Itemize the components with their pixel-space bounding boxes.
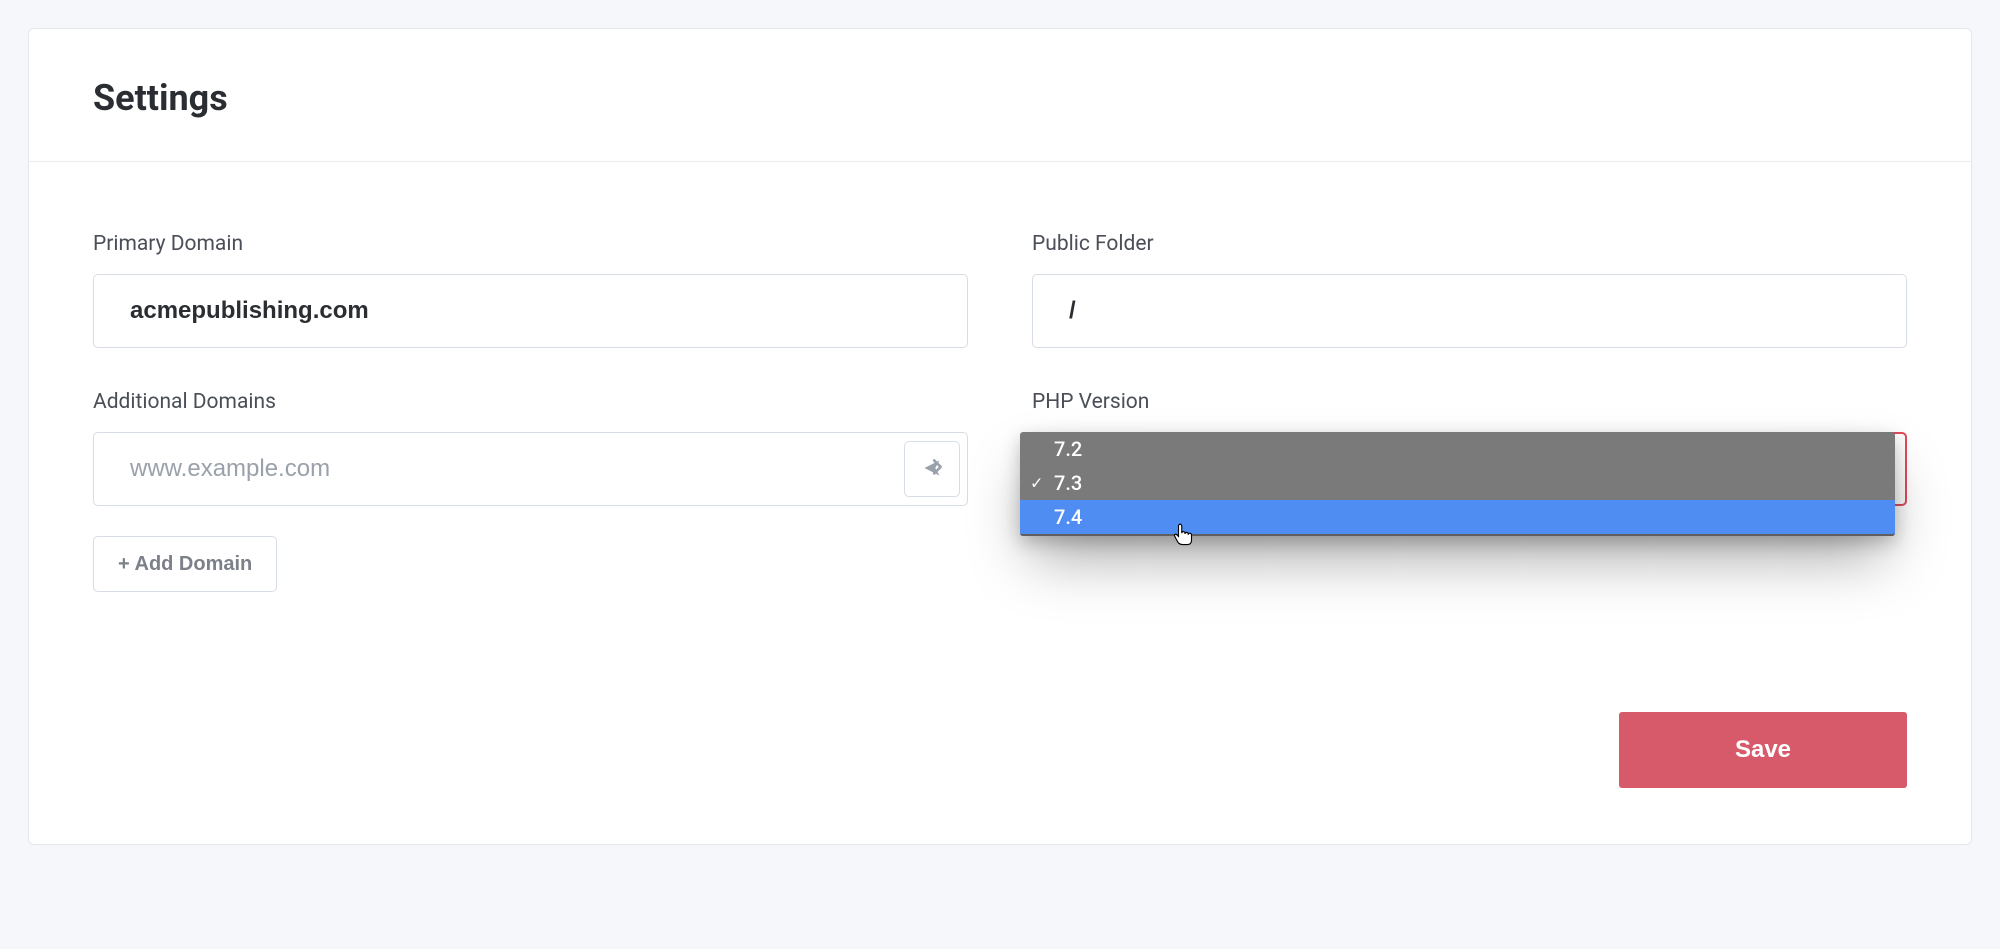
additional-domains-label: Additional Domains xyxy=(93,390,968,414)
php-version-select-wrap: ✓ 7.2 ✓ 7.3 ✓ 7.4 xyxy=(1032,432,1907,506)
public-folder-input[interactable] xyxy=(1032,274,1907,348)
settings-card: Settings Primary Domain Public Folder Ad… xyxy=(28,28,1972,845)
share-arrow-icon xyxy=(919,455,945,484)
save-row: Save xyxy=(93,712,1907,788)
save-button[interactable]: Save xyxy=(1619,712,1907,788)
php-option-label: 7.3 xyxy=(1054,471,1082,495)
php-option-label: 7.2 xyxy=(1054,437,1082,461)
primary-domain-input[interactable] xyxy=(93,274,968,348)
additional-domain-input-wrap xyxy=(93,432,968,506)
card-header: Settings xyxy=(29,29,1971,162)
primary-domain-field: Primary Domain xyxy=(93,232,968,348)
php-option-7-3[interactable]: ✓ 7.3 xyxy=(1020,466,1895,500)
php-option-label: 7.4 xyxy=(1054,505,1082,529)
public-folder-field: Public Folder xyxy=(1032,232,1907,348)
check-icon: ✓ xyxy=(1030,474,1043,493)
primary-domain-label: Primary Domain xyxy=(93,232,968,256)
php-version-label: PHP Version xyxy=(1032,390,1907,414)
submit-domain-button[interactable] xyxy=(904,441,960,497)
additional-domain-input[interactable] xyxy=(93,432,968,506)
additional-domains-field: Additional Domains xyxy=(93,390,968,592)
php-version-dropdown: ✓ 7.2 ✓ 7.3 ✓ 7.4 xyxy=(1020,432,1895,536)
php-option-7-4[interactable]: ✓ 7.4 xyxy=(1020,500,1895,534)
add-domain-button[interactable]: + Add Domain xyxy=(93,536,277,592)
card-body: Primary Domain Public Folder Additional … xyxy=(29,162,1971,844)
page-title: Settings xyxy=(93,77,1907,119)
public-folder-label: Public Folder xyxy=(1032,232,1907,256)
settings-grid: Primary Domain Public Folder Additional … xyxy=(93,232,1907,592)
php-option-7-2[interactable]: ✓ 7.2 xyxy=(1020,432,1895,466)
php-version-field: PHP Version ✓ 7.2 ✓ 7.3 xyxy=(1032,390,1907,592)
